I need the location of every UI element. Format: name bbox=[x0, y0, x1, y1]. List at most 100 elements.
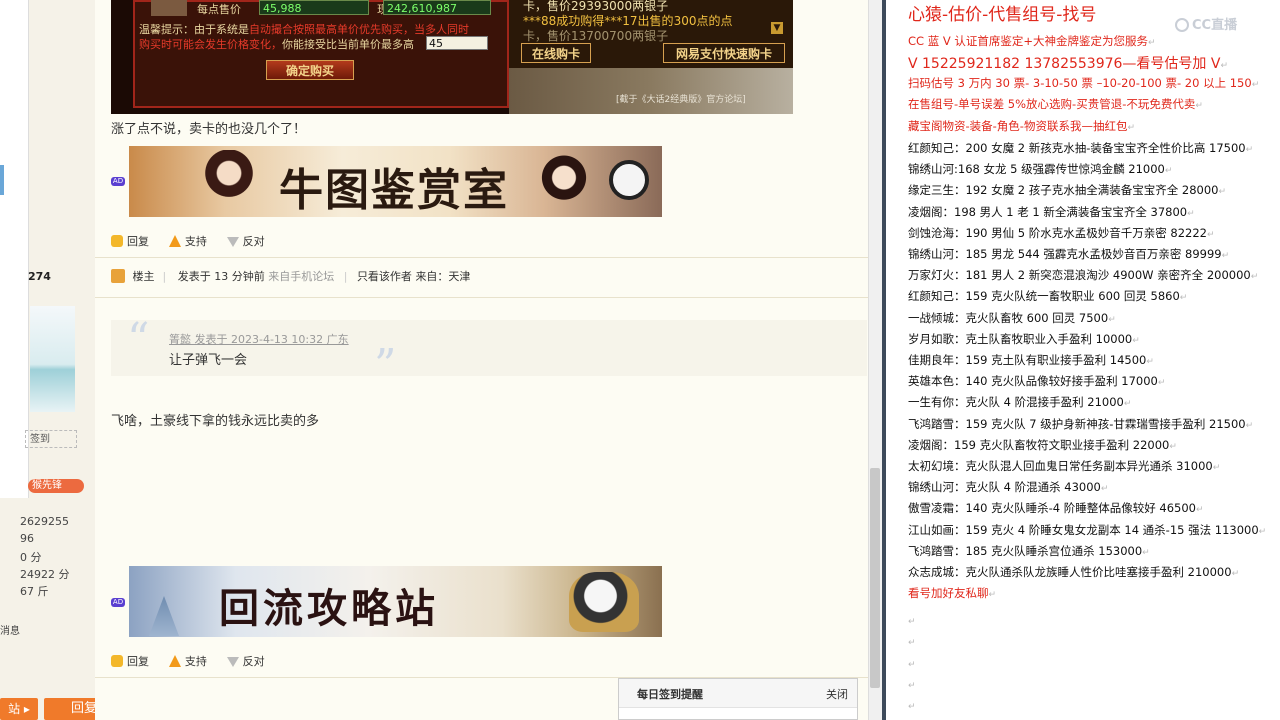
banner-figure-right bbox=[529, 152, 599, 216]
left-panel bbox=[0, 0, 29, 498]
post-time: 发表于 13 分钟前 bbox=[177, 270, 265, 283]
game-scroll-arrow-icon[interactable]: ▼ bbox=[771, 22, 783, 34]
left-stat-4: 24922 分 bbox=[20, 568, 70, 581]
pilcrow-mark: ↵ bbox=[1164, 166, 1173, 177]
checkin-popup: 每日签到提醒 关闭 bbox=[618, 678, 858, 720]
right-line: 太初幻境：克火队混人回血鬼日常任务副本异光通杀 31000↵ bbox=[908, 459, 1221, 473]
support-action-2[interactable]: 支持 bbox=[168, 653, 207, 669]
right-line: 英雄本色：140 克火队品像较好接手盈利 17000↵ bbox=[908, 374, 1166, 389]
left-stat-5: 67 斤 bbox=[20, 585, 49, 598]
game-purchase-panel bbox=[133, 0, 509, 108]
pilcrow-mark: ↵ bbox=[1179, 293, 1188, 304]
right-line: 锦绣山河：克火队 4 阶混通杀 43000↵ bbox=[908, 480, 1109, 495]
left-info-label: 消息 bbox=[0, 626, 20, 637]
pilcrow-mark: ↵ bbox=[1146, 357, 1154, 367]
support-action[interactable]: 支持 bbox=[168, 233, 207, 249]
right-line: 扫码估号 3 万内 30 票- 3-10-50 票 –10-20-100 票- … bbox=[908, 76, 1260, 90]
left-sign-button[interactable]: 签到 bbox=[25, 430, 77, 448]
left-stat-3: 0 分 bbox=[20, 551, 42, 564]
game-online-buy-label: 在线购卡 bbox=[531, 47, 580, 61]
post-source[interactable]: 来自手机论坛 bbox=[268, 270, 334, 283]
right-line: 傲雪凌霜：140 克火队睡杀-4 阶睡整体品像较好 46500↵ bbox=[908, 501, 1204, 516]
cc-logo-text: CC直播 bbox=[1192, 18, 1238, 33]
ad-banner-huiliu[interactable]: 回流攻略站 bbox=[129, 566, 662, 637]
right-line: 锦绣山河：185 男龙 544 强霹克水孟极妙音百万亲密 89999↵ bbox=[908, 247, 1230, 261]
left-stat-1: 2629255 bbox=[20, 515, 69, 528]
oppose-action[interactable]: 反对 bbox=[226, 233, 265, 249]
post-actions-1: 回复 支持 反对 bbox=[111, 233, 281, 249]
pilcrow-mark: ↵ bbox=[1187, 208, 1195, 219]
pilcrow-marks: ↵ ↵ ↵ ↵ ↵ bbox=[908, 617, 916, 713]
oppose-action-2[interactable]: 反对 bbox=[226, 653, 265, 669]
pilcrow-mark: ↵ bbox=[1132, 335, 1140, 346]
pilcrow-mark: ↵ bbox=[1100, 484, 1109, 495]
pilcrow-mark: ↵ bbox=[1123, 399, 1132, 410]
left-number: 274 bbox=[28, 270, 51, 283]
post-location: 来自：天津 bbox=[415, 270, 471, 283]
ad-badge-icon-2: AD bbox=[111, 598, 125, 607]
pilcrow-mark: ↵ bbox=[1258, 526, 1267, 537]
right-line: 红颜知己：159 克火队统一畜牧职业 600 回灵 5860↵ bbox=[908, 289, 1188, 304]
only-author-link[interactable]: 只看该作者 bbox=[357, 270, 412, 283]
quote-text: 让子弹飞一会 bbox=[169, 353, 248, 368]
left-bottom-button[interactable]: 站 ▸ bbox=[0, 698, 38, 720]
right-line: 看号加好友私聊↵ bbox=[908, 586, 997, 601]
thumb-up-arrow-icon-2 bbox=[168, 655, 181, 667]
quote-close-icon: ” bbox=[374, 340, 397, 391]
game-screenshot: 每点售价 45,988 现金 242,610,987 温馨提示：由于系统是自动撮… bbox=[111, 0, 793, 114]
thumb-down-arrow-icon-2 bbox=[226, 657, 239, 667]
reply-action-2[interactable]: 回复 bbox=[111, 653, 149, 669]
game-notice-line3: 卡，售价13700700两银子 bbox=[523, 29, 669, 43]
right-line: 剑蚀沧海：190 男仙 5 阶水克水孟极妙音千万亲密 82222↵ bbox=[908, 225, 1215, 240]
left-stat-2: 96 bbox=[20, 532, 34, 545]
reply-icon-2 bbox=[111, 655, 123, 667]
game-price-label: 每点售价 bbox=[197, 3, 241, 16]
post-text-2: 飞啥，土豪线下拿的钱永远比卖的多 bbox=[111, 414, 320, 429]
pilcrow-mark: ↵ bbox=[1212, 463, 1221, 473]
right-line: CC 蓝 V 认证首席鉴定+大神金牌鉴定为您服务↵ bbox=[908, 34, 1156, 48]
right-line: V 15225921182 13782553976—看号估号加 V↵ bbox=[908, 56, 1229, 72]
right-line: 藏宝阁物资-装备-角色-物资联系我—抽红包↵ bbox=[908, 119, 1135, 133]
right-line: 众志成城：克火队通杀队龙族睡人性价比哇塞接手盈利 210000↵ bbox=[908, 565, 1240, 579]
reply-action[interactable]: 回复 bbox=[111, 233, 149, 249]
banner-title: 牛图鉴赏室 bbox=[279, 165, 509, 216]
quote-header[interactable]: 箐懿 发表于 2023-4-13 10:32 广东 bbox=[169, 331, 349, 347]
pilcrow-mark: ↵ bbox=[1157, 378, 1166, 389]
pilcrow-mark: ↵ bbox=[1206, 229, 1215, 240]
right-line: 岁月如歌：克土队畜牧职业入手盈利 10000↵ bbox=[908, 331, 1140, 346]
ad-banner-niutu[interactable]: 牛图鉴赏室 bbox=[129, 146, 662, 217]
author-role: 楼主 bbox=[132, 270, 155, 283]
thumb-down-arrow-icon bbox=[226, 237, 239, 247]
post-meta-row: 楼主 | 发表于 13 分钟前 来自手机论坛 | 只看该作者 来自：天津 bbox=[111, 268, 470, 284]
post-actions-2: 回复 支持 反对 bbox=[111, 653, 281, 669]
game-caption: [截于《大话2经典版》官方论坛] bbox=[616, 95, 746, 105]
game-confirm-button[interactable]: 确定购买 bbox=[266, 60, 354, 80]
divider-1 bbox=[95, 257, 868, 258]
game-netease-buy-button[interactable]: 网易支付快速购卡 bbox=[663, 43, 785, 63]
game-max-input[interactable]: 45 bbox=[426, 36, 488, 50]
left-promo-badge[interactable]: 猴先锋 bbox=[28, 479, 84, 493]
pilcrow-mark: ↵ bbox=[1127, 123, 1135, 133]
right-line: 飞鸿踏雪：185 克火队睡杀宫位通杀 153000↵ bbox=[908, 543, 1150, 558]
pilcrow-mark: ↵ bbox=[1251, 80, 1260, 90]
thumb-up-arrow-icon bbox=[168, 235, 181, 247]
cc-live-logo: CC直播 bbox=[1175, 14, 1237, 33]
pilcrow-mark: ↵ bbox=[1231, 569, 1240, 579]
pilcrow-mark: ↵ bbox=[1169, 441, 1177, 452]
right-line: 一生有你：克火队 4 阶混接手盈利 21000↵ bbox=[908, 395, 1132, 410]
banner-panda-icon bbox=[609, 160, 649, 200]
game-avatar bbox=[151, 0, 187, 16]
right-line: 万家灯火：181 男人 2 新突恋混浪淘沙 4900W 亲密齐全 200000↵ bbox=[908, 268, 1259, 283]
quote-open-icon: “ bbox=[127, 314, 150, 365]
banner2-panda-icon bbox=[569, 572, 639, 632]
checkin-close-button[interactable]: 关闭 bbox=[826, 686, 848, 702]
game-price-value: 45,988 bbox=[263, 2, 302, 15]
pilcrow-mark: ↵ bbox=[1221, 251, 1230, 261]
promo-label: 猴先锋 bbox=[32, 480, 62, 491]
game-netease-buy-label: 网易支付快速购卡 bbox=[675, 47, 772, 61]
game-online-buy-button[interactable]: 在线购卡 bbox=[521, 43, 591, 63]
main-scrollbar-thumb[interactable] bbox=[870, 468, 880, 688]
pilcrow-mark: ↵ bbox=[1245, 420, 1254, 431]
pilcrow-mark: ↵ bbox=[1108, 314, 1116, 325]
right-line: 飞鸿踏雪：159 克火队 7 级护身新神孩-甘霖瑞雪接手盈利 21500↵ bbox=[908, 416, 1254, 431]
